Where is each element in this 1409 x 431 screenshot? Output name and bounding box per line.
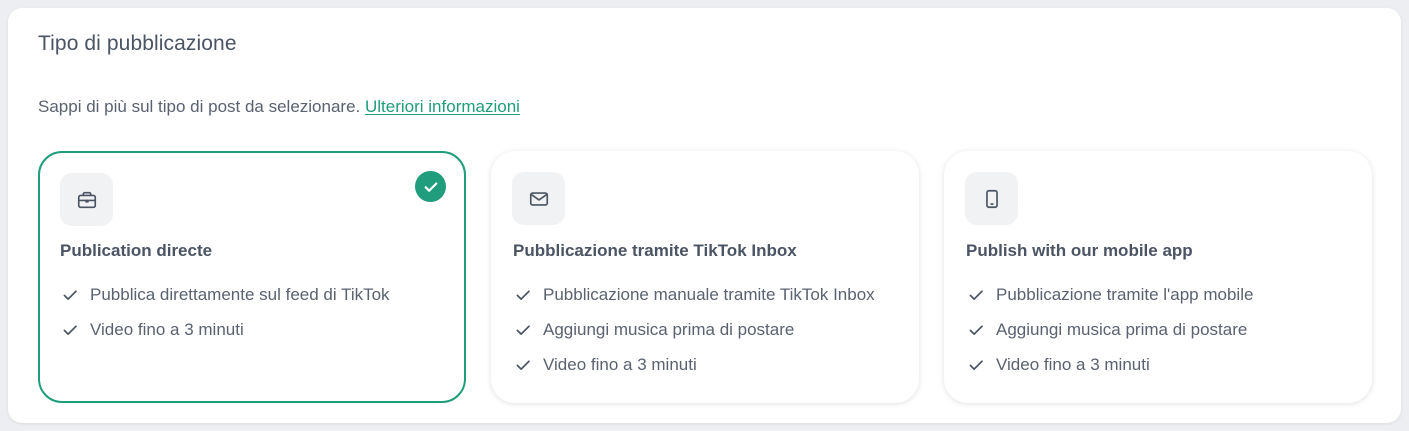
feature-item: Video fino a 3 minuti: [966, 347, 1253, 382]
feature-list: Pubblicazione manuale tramite TikTok Inb…: [513, 277, 875, 382]
feature-text: Aggiungi musica prima di postare: [996, 319, 1248, 339]
feature-list: Pubblica direttamente sul feed di TikTok…: [60, 277, 390, 347]
feature-text: Aggiungi musica prima di postare: [543, 319, 795, 339]
card-title: Pubblicazione tramite TikTok Inbox: [513, 241, 797, 260]
option-card-mobile-app[interactable]: Publish with our mobile app Pubblicazion…: [944, 151, 1372, 403]
feature-item: Pubblicazione tramite l'app mobile: [966, 277, 1253, 312]
feature-item: Aggiungi musica prima di postare: [966, 312, 1253, 347]
mail-icon: [512, 172, 565, 225]
feature-item: Aggiungi musica prima di postare: [513, 312, 875, 347]
checkmark-icon: [60, 320, 80, 340]
learn-more-link[interactable]: Ulteriori informazioni: [365, 97, 520, 116]
smartphone-icon: [965, 172, 1018, 225]
feature-item: Video fino a 3 minuti: [513, 347, 875, 382]
option-card-direct[interactable]: Publication directe Pubblica direttament…: [38, 151, 466, 403]
feature-text: Video fino a 3 minuti: [90, 319, 244, 339]
feature-list: Pubblicazione tramite l'app mobile Aggiu…: [966, 277, 1253, 382]
checkmark-icon: [513, 355, 533, 375]
selected-check-icon: [415, 171, 446, 202]
checkmark-icon: [60, 285, 80, 305]
briefcase-icon: [60, 173, 113, 226]
publication-type-panel: Tipo di pubblicazione Sappi di più sul t…: [8, 8, 1401, 423]
checkmark-icon: [966, 285, 986, 305]
feature-text: Pubblicazione tramite l'app mobile: [996, 284, 1254, 304]
feature-item: Video fino a 3 minuti: [60, 312, 390, 347]
card-title: Publish with our mobile app: [966, 241, 1193, 260]
publication-options: Publication directe Pubblica direttament…: [38, 151, 1372, 403]
feature-text: Pubblica direttamente sul feed di TikTok: [90, 284, 390, 304]
feature-text: Video fino a 3 minuti: [543, 354, 697, 374]
card-title: Publication directe: [60, 241, 213, 260]
feature-text: Video fino a 3 minuti: [996, 354, 1150, 374]
feature-item: Pubblica direttamente sul feed di TikTok: [60, 277, 390, 312]
checkmark-icon: [966, 320, 986, 340]
checkmark-icon: [513, 285, 533, 305]
feature-item: Pubblicazione manuale tramite TikTok Inb…: [513, 277, 875, 312]
section-description: Sappi di più sul tipo di post da selezio…: [38, 97, 520, 117]
checkmark-icon: [513, 320, 533, 340]
checkmark-icon: [966, 355, 986, 375]
description-text: Sappi di più sul tipo di post da selezio…: [38, 97, 361, 116]
feature-text: Pubblicazione manuale tramite TikTok Inb…: [543, 284, 875, 304]
section-title: Tipo di pubblicazione: [38, 32, 237, 55]
option-card-inbox[interactable]: Pubblicazione tramite TikTok Inbox Pubbl…: [491, 151, 919, 403]
